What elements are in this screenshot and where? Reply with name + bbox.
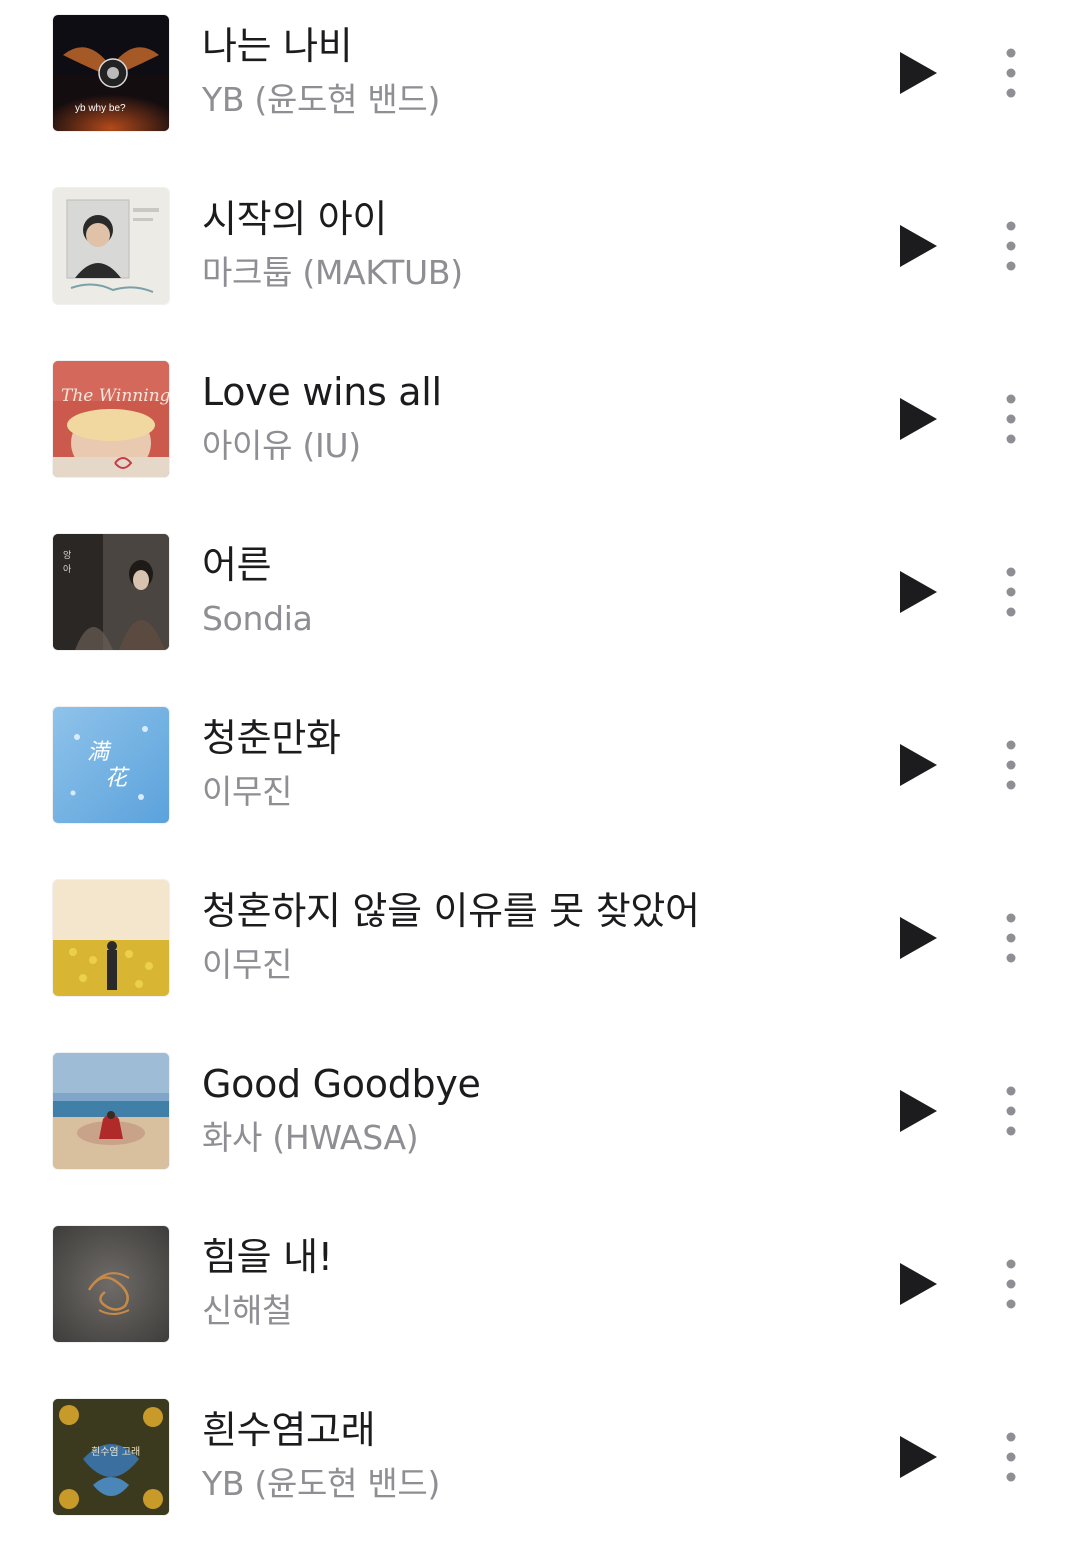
album-cover-text: yb why be?	[75, 103, 126, 114]
svg-text:아: 아	[63, 564, 72, 575]
album-cover-himeul[interactable]	[53, 1226, 169, 1342]
play-icon	[900, 917, 937, 959]
play-icon	[900, 1263, 937, 1305]
play-icon	[900, 225, 937, 267]
album-cover-cheongchun[interactable]: 満 花	[53, 707, 169, 823]
more-vertical-icon	[1006, 394, 1016, 444]
play-button[interactable]	[892, 563, 944, 621]
more-options-button[interactable]	[991, 1082, 1031, 1140]
track-row[interactable]: 흰수염 고래 흰수염고래 YB (윤도현 밴드)	[0, 1384, 1080, 1557]
album-cover-nabi[interactable]: yb why be?	[53, 15, 169, 131]
more-vertical-icon	[1006, 1432, 1016, 1482]
album-cover-goodbye[interactable]	[53, 1053, 169, 1169]
track-row[interactable]: yb why be? 나는 나비 YB (윤도현 밴드)	[0, 0, 1080, 173]
album-cover-sijak[interactable]	[53, 188, 169, 304]
track-row[interactable]: 청혼하지 않을 이유를 못 찾았어 이무진	[0, 865, 1080, 1038]
play-button[interactable]	[892, 1428, 944, 1486]
track-title: 청혼하지 않을 이유를 못 찾았어	[202, 889, 700, 933]
play-button[interactable]	[892, 1255, 944, 1313]
track-artist: 화사 (HWASA)	[202, 1118, 419, 1157]
play-button[interactable]	[892, 1082, 944, 1140]
track-title: Love wins all	[202, 370, 442, 414]
album-cover-whale[interactable]: 흰수염 고래	[53, 1399, 169, 1515]
more-options-button[interactable]	[991, 736, 1031, 794]
play-icon	[900, 571, 937, 613]
track-artist: Sondia	[202, 599, 313, 638]
play-button[interactable]	[892, 736, 944, 794]
play-icon	[900, 1436, 937, 1478]
track-artist: YB (윤도현 밴드)	[202, 1464, 441, 1503]
more-vertical-icon	[1006, 913, 1016, 963]
track-artist: 마크툽 (MAKTUB)	[202, 253, 463, 292]
play-button[interactable]	[892, 217, 944, 275]
more-options-button[interactable]	[991, 909, 1031, 967]
track-title: 나는 나비	[202, 24, 353, 68]
album-cover-text: The Winning	[61, 386, 169, 406]
track-title: 시작의 아이	[202, 197, 388, 241]
more-options-button[interactable]	[991, 1428, 1031, 1486]
play-button[interactable]	[892, 390, 944, 448]
play-icon	[900, 52, 937, 94]
album-cover-text: 흰수염 고래	[91, 1446, 140, 1458]
more-vertical-icon	[1006, 221, 1016, 271]
play-button[interactable]	[892, 44, 944, 102]
more-options-button[interactable]	[991, 217, 1031, 275]
play-icon	[900, 1090, 937, 1132]
more-options-button[interactable]	[991, 390, 1031, 448]
track-row[interactable]: Good Goodbye 화사 (HWASA)	[0, 1038, 1080, 1211]
play-icon	[900, 398, 937, 440]
album-cover-eoreun[interactable]: 앙 아	[53, 534, 169, 650]
track-row[interactable]: 시작의 아이 마크툽 (MAKTUB)	[0, 173, 1080, 346]
track-row[interactable]: 힘을 내! 신해철	[0, 1211, 1080, 1384]
track-artist: 이무진	[202, 772, 293, 811]
svg-text:花: 花	[105, 766, 130, 791]
track-title: 청춘만화	[202, 716, 341, 760]
track-row[interactable]: The Winning Love wins all 아이유 (IU)	[0, 346, 1080, 519]
track-title: 힘을 내!	[202, 1235, 333, 1279]
track-title: Good Goodbye	[202, 1062, 481, 1106]
more-vertical-icon	[1006, 1259, 1016, 1309]
track-title: 흰수염고래	[202, 1408, 376, 1452]
more-vertical-icon	[1006, 48, 1016, 98]
more-options-button[interactable]	[991, 1255, 1031, 1313]
track-row[interactable]: 앙 아 어른 Sondia	[0, 519, 1080, 692]
track-list: yb why be? 나는 나비 YB (윤도현 밴드) 시작의 아이 마크툽 …	[0, 0, 1080, 1527]
track-row[interactable]: 満 花 청춘만화 이무진	[0, 692, 1080, 865]
more-options-button[interactable]	[991, 44, 1031, 102]
track-title: 어른	[202, 543, 272, 587]
track-artist: 이무진	[202, 945, 293, 984]
more-vertical-icon	[1006, 740, 1016, 790]
more-vertical-icon	[1006, 1086, 1016, 1136]
play-button[interactable]	[892, 909, 944, 967]
svg-text:満: 満	[87, 740, 112, 765]
track-artist: 신해철	[202, 1291, 293, 1330]
more-vertical-icon	[1006, 567, 1016, 617]
more-options-button[interactable]	[991, 563, 1031, 621]
album-cover-cheonghon[interactable]	[53, 880, 169, 996]
album-cover-winning[interactable]: The Winning	[53, 361, 169, 477]
track-artist: YB (윤도현 밴드)	[202, 80, 441, 119]
track-artist: 아이유 (IU)	[202, 426, 361, 465]
svg-text:앙: 앙	[63, 549, 71, 561]
play-icon	[900, 744, 937, 786]
